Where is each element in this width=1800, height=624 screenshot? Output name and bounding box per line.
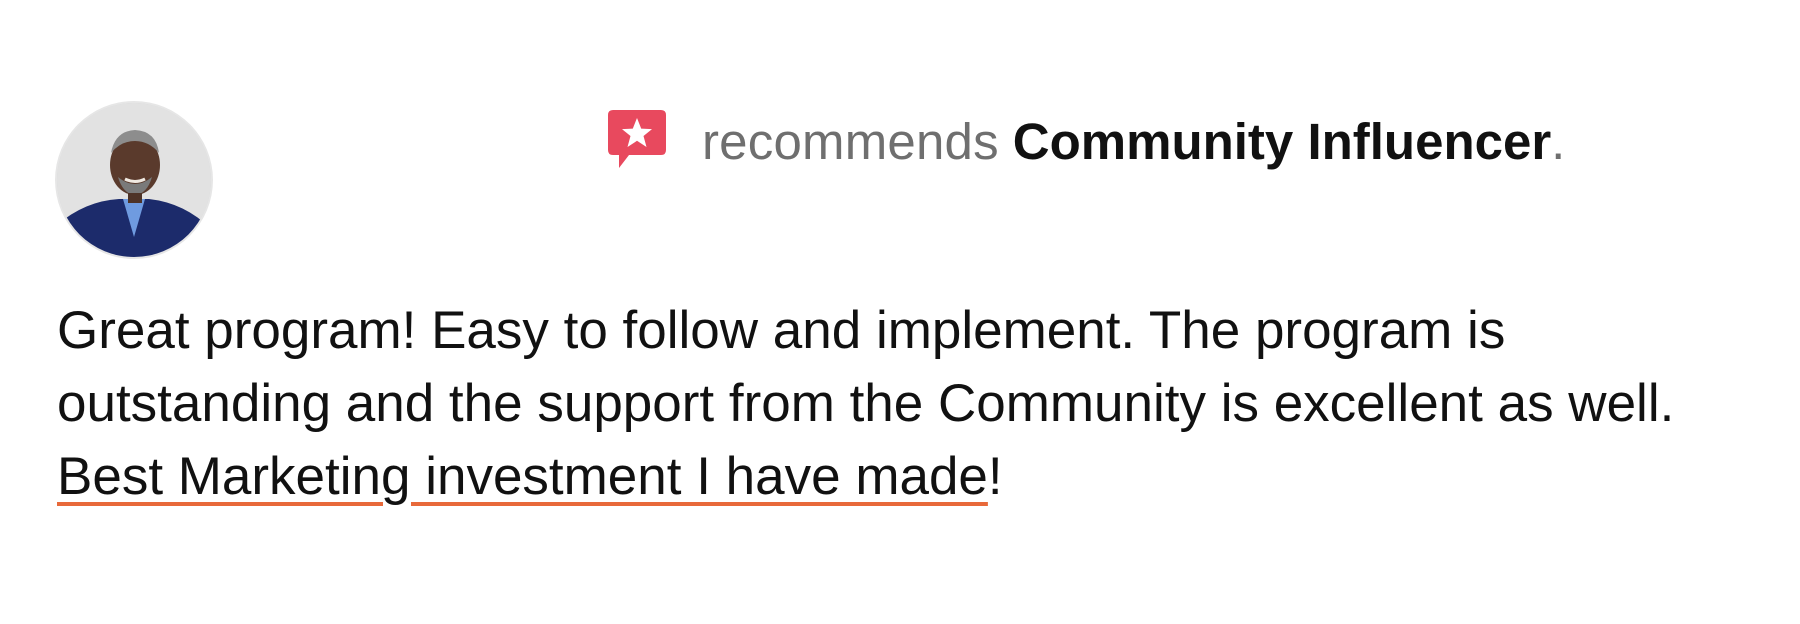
recommendation-review-card: recommends Community Influencer . Great … bbox=[0, 0, 1800, 624]
recommends-text: recommends bbox=[702, 112, 999, 170]
reviewer-avatar[interactable] bbox=[57, 103, 211, 257]
review-text-part1: Great program! Easy to follow and implem… bbox=[57, 301, 1675, 433]
recommend-star-speech-bubble-icon bbox=[605, 108, 667, 174]
recommendation-header: recommends Community Influencer . bbox=[605, 108, 1565, 174]
review-highlight: Best Marketing investment I have made bbox=[57, 447, 988, 506]
reviewer-avatar-image bbox=[57, 103, 211, 257]
review-body: Great program! Easy to follow and implem… bbox=[57, 294, 1757, 513]
recommended-page-link[interactable]: Community Influencer bbox=[1013, 112, 1551, 171]
header-period: . bbox=[1551, 112, 1566, 170]
review-text-part2: ! bbox=[987, 447, 1003, 506]
